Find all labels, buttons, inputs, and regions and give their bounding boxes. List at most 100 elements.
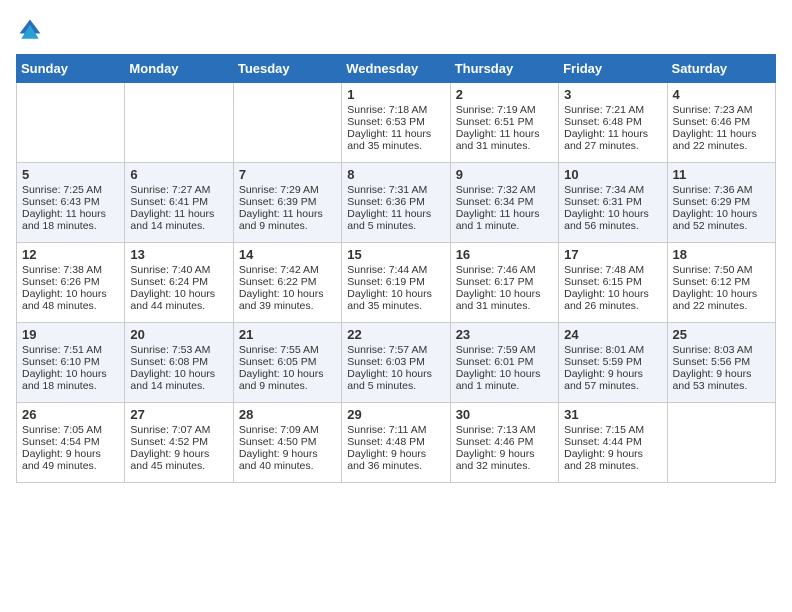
day-number: 11 bbox=[673, 167, 770, 182]
cell-content: Daylight: 9 hours and 36 minutes. bbox=[347, 448, 444, 472]
day-number: 9 bbox=[456, 167, 553, 182]
calendar-cell: 28Sunrise: 7:09 AMSunset: 4:50 PMDayligh… bbox=[233, 403, 341, 483]
cell-content: Daylight: 10 hours and 22 minutes. bbox=[673, 288, 770, 312]
cell-content: Sunrise: 7:07 AM bbox=[130, 424, 227, 436]
cell-content: Sunrise: 7:38 AM bbox=[22, 264, 119, 276]
calendar-cell: 9Sunrise: 7:32 AMSunset: 6:34 PMDaylight… bbox=[450, 163, 558, 243]
calendar-cell: 2Sunrise: 7:19 AMSunset: 6:51 PMDaylight… bbox=[450, 83, 558, 163]
calendar-cell: 5Sunrise: 7:25 AMSunset: 6:43 PMDaylight… bbox=[17, 163, 125, 243]
header-thursday: Thursday bbox=[450, 55, 558, 83]
day-number: 2 bbox=[456, 87, 553, 102]
cell-content: Sunrise: 7:31 AM bbox=[347, 184, 444, 196]
cell-content: Sunrise: 8:01 AM bbox=[564, 344, 661, 356]
cell-content: Sunset: 4:44 PM bbox=[564, 436, 661, 448]
cell-content: Sunset: 5:59 PM bbox=[564, 356, 661, 368]
cell-content: Daylight: 11 hours and 27 minutes. bbox=[564, 128, 661, 152]
cell-content: Daylight: 10 hours and 52 minutes. bbox=[673, 208, 770, 232]
cell-content: Sunset: 6:31 PM bbox=[564, 196, 661, 208]
calendar-cell: 13Sunrise: 7:40 AMSunset: 6:24 PMDayligh… bbox=[125, 243, 233, 323]
header-sunday: Sunday bbox=[17, 55, 125, 83]
calendar-table: SundayMondayTuesdayWednesdayThursdayFrid… bbox=[16, 54, 776, 483]
cell-content: Sunrise: 7:44 AM bbox=[347, 264, 444, 276]
cell-content: Sunset: 6:41 PM bbox=[130, 196, 227, 208]
calendar-cell: 11Sunrise: 7:36 AMSunset: 6:29 PMDayligh… bbox=[667, 163, 775, 243]
calendar-cell: 30Sunrise: 7:13 AMSunset: 4:46 PMDayligh… bbox=[450, 403, 558, 483]
cell-content: Sunset: 6:01 PM bbox=[456, 356, 553, 368]
week-row-1: 5Sunrise: 7:25 AMSunset: 6:43 PMDaylight… bbox=[17, 163, 776, 243]
calendar-header-row: SundayMondayTuesdayWednesdayThursdayFrid… bbox=[17, 55, 776, 83]
calendar-cell: 14Sunrise: 7:42 AMSunset: 6:22 PMDayligh… bbox=[233, 243, 341, 323]
day-number: 19 bbox=[22, 327, 119, 342]
calendar-cell bbox=[125, 83, 233, 163]
cell-content: Sunrise: 7:42 AM bbox=[239, 264, 336, 276]
cell-content: Sunrise: 7:48 AM bbox=[564, 264, 661, 276]
cell-content: Sunset: 4:50 PM bbox=[239, 436, 336, 448]
day-number: 26 bbox=[22, 407, 119, 422]
cell-content: Sunset: 6:36 PM bbox=[347, 196, 444, 208]
day-number: 14 bbox=[239, 247, 336, 262]
day-number: 13 bbox=[130, 247, 227, 262]
logo bbox=[16, 16, 48, 44]
cell-content: Sunset: 4:48 PM bbox=[347, 436, 444, 448]
cell-content: Daylight: 11 hours and 14 minutes. bbox=[130, 208, 227, 232]
cell-content: Sunset: 6:53 PM bbox=[347, 116, 444, 128]
header-friday: Friday bbox=[559, 55, 667, 83]
cell-content: Daylight: 10 hours and 31 minutes. bbox=[456, 288, 553, 312]
cell-content: Sunset: 6:29 PM bbox=[673, 196, 770, 208]
calendar-cell: 20Sunrise: 7:53 AMSunset: 6:08 PMDayligh… bbox=[125, 323, 233, 403]
calendar-cell: 8Sunrise: 7:31 AMSunset: 6:36 PMDaylight… bbox=[342, 163, 450, 243]
day-number: 23 bbox=[456, 327, 553, 342]
day-number: 25 bbox=[673, 327, 770, 342]
cell-content: Sunrise: 7:34 AM bbox=[564, 184, 661, 196]
cell-content: Sunset: 6:12 PM bbox=[673, 276, 770, 288]
cell-content: Daylight: 10 hours and 35 minutes. bbox=[347, 288, 444, 312]
cell-content: Daylight: 9 hours and 40 minutes. bbox=[239, 448, 336, 472]
header-wednesday: Wednesday bbox=[342, 55, 450, 83]
cell-content: Sunset: 4:52 PM bbox=[130, 436, 227, 448]
page-header bbox=[16, 16, 776, 44]
cell-content: Sunrise: 7:53 AM bbox=[130, 344, 227, 356]
cell-content: Sunrise: 7:46 AM bbox=[456, 264, 553, 276]
cell-content: Sunset: 6:15 PM bbox=[564, 276, 661, 288]
cell-content: Sunset: 6:46 PM bbox=[673, 116, 770, 128]
calendar-cell bbox=[233, 83, 341, 163]
cell-content: Sunrise: 7:21 AM bbox=[564, 104, 661, 116]
cell-content: Sunset: 6:22 PM bbox=[239, 276, 336, 288]
calendar-cell: 15Sunrise: 7:44 AMSunset: 6:19 PMDayligh… bbox=[342, 243, 450, 323]
week-row-3: 19Sunrise: 7:51 AMSunset: 6:10 PMDayligh… bbox=[17, 323, 776, 403]
cell-content: Sunset: 5:56 PM bbox=[673, 356, 770, 368]
cell-content: Daylight: 11 hours and 31 minutes. bbox=[456, 128, 553, 152]
calendar-cell: 26 Sunrise: 7:05 AMSunset: 4:54 PMDayligh… bbox=[17, 403, 125, 483]
cell-content: Daylight: 11 hours and 35 minutes. bbox=[347, 128, 444, 152]
calendar-cell: 6Sunrise: 7:27 AMSunset: 6:41 PMDaylight… bbox=[125, 163, 233, 243]
day-number: 8 bbox=[347, 167, 444, 182]
calendar-cell: 19Sunrise: 7:51 AMSunset: 6:10 PMDayligh… bbox=[17, 323, 125, 403]
cell-content: Daylight: 11 hours and 18 minutes. bbox=[22, 208, 119, 232]
cell-content: Daylight: 9 hours and 32 minutes. bbox=[456, 448, 553, 472]
calendar-cell: 21Sunrise: 7:55 AMSunset: 6:05 PMDayligh… bbox=[233, 323, 341, 403]
cell-content: Daylight: 9 hours and 49 minutes. bbox=[22, 448, 119, 472]
calendar-body: 1Sunrise: 7:18 AMSunset: 6:53 PMDaylight… bbox=[17, 83, 776, 483]
calendar-cell: 23Sunrise: 7:59 AMSunset: 6:01 PMDayligh… bbox=[450, 323, 558, 403]
day-number: 5 bbox=[22, 167, 119, 182]
calendar-cell: 29Sunrise: 7:11 AMSunset: 4:48 PMDayligh… bbox=[342, 403, 450, 483]
day-number: 3 bbox=[564, 87, 661, 102]
cell-content: Daylight: 9 hours and 53 minutes. bbox=[673, 368, 770, 392]
cell-content: Sunrise: 7:18 AM bbox=[347, 104, 444, 116]
cell-content: Sunrise: 7:50 AM bbox=[673, 264, 770, 276]
cell-content: Daylight: 11 hours and 9 minutes. bbox=[239, 208, 336, 232]
cell-content: Daylight: 10 hours and 9 minutes. bbox=[239, 368, 336, 392]
day-number: 30 bbox=[456, 407, 553, 422]
cell-content: Sunrise: 7:25 AM bbox=[22, 184, 119, 196]
cell-content: Sunset: 6:10 PM bbox=[22, 356, 119, 368]
day-number: 20 bbox=[130, 327, 227, 342]
day-number: 6 bbox=[130, 167, 227, 182]
cell-content: Sunset: 4:54 PM bbox=[22, 436, 119, 448]
cell-content: Daylight: 9 hours and 45 minutes. bbox=[130, 448, 227, 472]
cell-content: Daylight: 11 hours and 1 minute. bbox=[456, 208, 553, 232]
day-number: 28 bbox=[239, 407, 336, 422]
cell-content: Sunrise: 7:05 AM bbox=[22, 424, 119, 436]
calendar-cell: 12Sunrise: 7:38 AMSunset: 6:26 PMDayligh… bbox=[17, 243, 125, 323]
day-number: 24 bbox=[564, 327, 661, 342]
week-row-2: 12Sunrise: 7:38 AMSunset: 6:26 PMDayligh… bbox=[17, 243, 776, 323]
